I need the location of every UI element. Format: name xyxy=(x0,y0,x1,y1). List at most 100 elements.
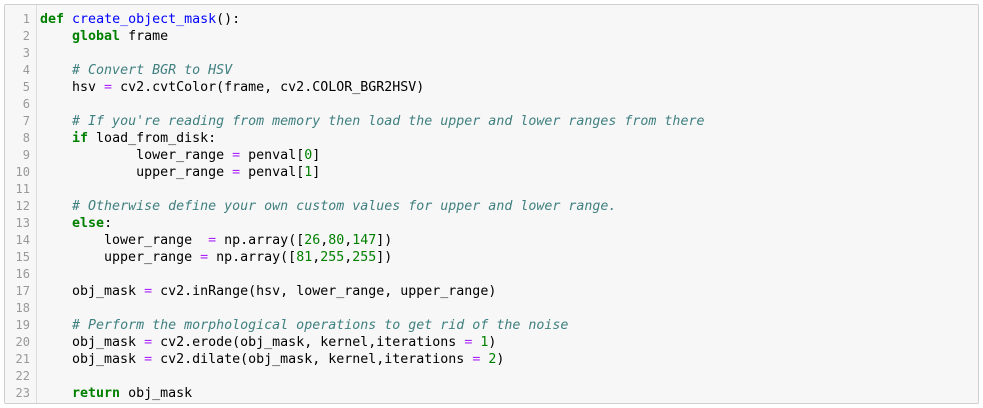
code-line: return obj_mask xyxy=(40,385,978,402)
line-number-gutter: 1 2 3 4 5 6 7 8 9 10 11 12 13 14 15 16 17 18 19 20 21 22 23 xyxy=(5,5,37,403)
code-token: 81 xyxy=(296,250,313,265)
code-line: lower_range = penval[0] xyxy=(40,147,978,164)
code-line: # Otherwise define your own custom value… xyxy=(40,198,978,215)
code-token: : xyxy=(104,216,113,231)
code-token: # If you're reading from memory then loa… xyxy=(72,114,705,129)
code-token: = xyxy=(232,165,241,180)
code-token: 26 xyxy=(304,233,321,248)
code-token: penval[ xyxy=(240,165,305,180)
code-token: obj_mask xyxy=(40,335,145,350)
code-token: return xyxy=(72,386,121,401)
code-token: else xyxy=(72,216,105,231)
code-token: cv2.inRange(hsv, lower_range, upper_rang… xyxy=(152,284,497,299)
code-token: penval[ xyxy=(240,148,305,163)
line-number: 13 xyxy=(15,216,30,230)
code-token: frame xyxy=(120,29,169,44)
code-cell[interactable]: 1 2 3 4 5 6 7 8 9 10 11 12 13 14 15 16 17 18 19 20 21 22 23 de… xyxy=(4,4,979,404)
line-number: 19 xyxy=(15,318,30,332)
code-token: cv2.erode(obj_mask, kernel,iterations xyxy=(152,335,465,350)
code-token: upper_range xyxy=(40,250,201,265)
code-token: ) xyxy=(488,335,497,350)
code-token: 255 xyxy=(352,250,377,265)
code-line: obj_mask = cv2.dilate(obj_mask, kernel,i… xyxy=(40,351,978,368)
line-number: 16 xyxy=(15,267,30,281)
code-token: = xyxy=(144,284,153,299)
code-line: global frame xyxy=(40,28,978,45)
line-number: 5 xyxy=(22,80,30,94)
code-token: np.array([ xyxy=(208,250,297,265)
code-line: else: xyxy=(40,215,978,232)
code-token: = xyxy=(232,148,241,163)
line-number: 1 xyxy=(22,12,30,26)
line-number: 21 xyxy=(15,352,30,366)
code-token: lower_range xyxy=(40,148,233,163)
code-line: upper_range = penval[1] xyxy=(40,164,978,181)
code-line: ​ xyxy=(40,181,978,198)
code-token: # Convert BGR to HSV xyxy=(72,63,233,78)
code-line: # If you're reading from memory then loa… xyxy=(40,113,978,130)
code-editor[interactable]: def create_object_mask(): global frame​ … xyxy=(37,5,978,403)
code-token: 255 xyxy=(320,250,345,265)
code-line: # Perform the morphological operations t… xyxy=(40,317,978,334)
line-number: 8 xyxy=(22,131,30,145)
code-token: ] xyxy=(312,148,321,163)
code-token: 147 xyxy=(352,233,377,248)
code-line: if load_from_disk: xyxy=(40,130,978,147)
code-line: ​ xyxy=(40,45,978,62)
code-line: ​ xyxy=(40,266,978,283)
code-token: = xyxy=(144,335,153,350)
line-number: 7 xyxy=(22,114,30,128)
code-line: obj_mask = cv2.inRange(hsv, lower_range,… xyxy=(40,283,978,300)
code-token: obj_mask xyxy=(120,386,193,401)
code-line: # Convert BGR to HSV xyxy=(40,62,978,79)
code-token: create_object_mask xyxy=(72,12,217,27)
line-number: 12 xyxy=(15,199,30,213)
code-token: = xyxy=(200,250,209,265)
code-token: ) xyxy=(496,352,505,367)
code-token: hsv xyxy=(40,80,105,95)
code-token: = xyxy=(208,233,217,248)
code-token: ]) xyxy=(376,233,393,248)
line-number: 11 xyxy=(15,182,30,196)
code-line: obj_mask = cv2.erode(obj_mask, kernel,it… xyxy=(40,334,978,351)
line-number: 17 xyxy=(15,284,30,298)
code-token: upper_range xyxy=(40,165,233,180)
line-number: 2 xyxy=(22,29,30,43)
code-token: obj_mask xyxy=(40,352,145,367)
line-number: 6 xyxy=(22,97,30,111)
line-number: 15 xyxy=(15,250,30,264)
line-number: 4 xyxy=(22,63,30,77)
line-number: 10 xyxy=(15,165,30,179)
code-token: lower_range xyxy=(40,233,209,248)
code-token: = xyxy=(104,80,113,95)
line-number: 20 xyxy=(15,335,30,349)
code-token: (): xyxy=(216,12,241,27)
code-token: # Perform the morphological operations t… xyxy=(72,318,569,333)
code-line: ​ xyxy=(40,368,978,385)
code-token: cv2.cvtColor(frame, cv2.COLOR_BGR2HSV) xyxy=(112,80,425,95)
code-line: ​ xyxy=(40,300,978,317)
line-number: 14 xyxy=(15,233,30,247)
code-line: lower_range = np.array([26,80,147]) xyxy=(40,232,978,249)
code-token: cv2.dilate(obj_mask, kernel,iterations xyxy=(152,352,473,367)
code-token: 80 xyxy=(328,233,345,248)
code-line: upper_range = np.array([81,255,255]) xyxy=(40,249,978,266)
code-token: = xyxy=(144,352,153,367)
code-token: def xyxy=(40,12,65,27)
code-token: ]) xyxy=(376,250,393,265)
code-token: global xyxy=(72,29,121,44)
code-line: hsv = cv2.cvtColor(frame, cv2.COLOR_BGR2… xyxy=(40,79,978,96)
code-line: def create_object_mask(): xyxy=(40,11,978,28)
line-number: 23 xyxy=(15,386,30,400)
code-token: obj_mask xyxy=(40,284,145,299)
code-token: np.array([ xyxy=(216,233,305,248)
line-number: 9 xyxy=(22,148,30,162)
code-token: ] xyxy=(312,165,321,180)
line-number: 18 xyxy=(15,301,30,315)
